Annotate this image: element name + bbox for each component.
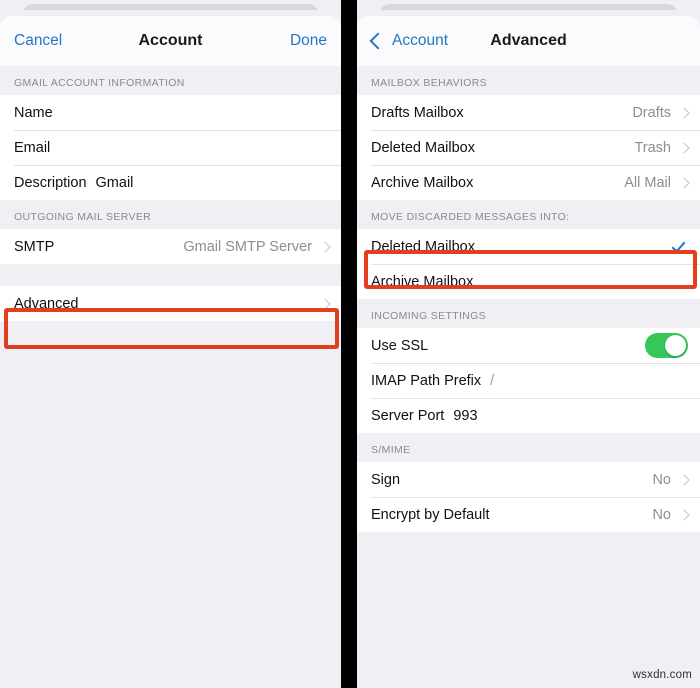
row-email[interactable]: Email	[0, 130, 341, 165]
chevron-right-icon	[678, 508, 690, 521]
section-header-incoming-settings: INCOMING SETTINGS	[357, 299, 700, 328]
row-drafts-mailbox[interactable]: Drafts Mailbox Drafts	[357, 95, 700, 130]
section-header-outgoing-mail-server: OUTGOING MAIL SERVER	[0, 200, 341, 229]
row-imap-path-prefix-value: /	[490, 372, 495, 389]
chevron-right-icon	[678, 176, 690, 189]
row-drafts-mailbox-label: Drafts Mailbox	[371, 104, 464, 121]
back-button-label: Account	[392, 32, 449, 49]
row-email-label: Email	[14, 139, 51, 156]
chevron-right-icon	[678, 141, 690, 154]
chevron-left-icon	[369, 32, 387, 50]
row-deleted-mailbox-behavior-value: Trash	[634, 139, 671, 156]
row-advanced-label: Advanced	[14, 295, 79, 312]
row-sign-value: No	[652, 471, 671, 488]
row-description-label: Description	[14, 174, 87, 191]
row-name-label: Name	[14, 104, 53, 121]
row-sign[interactable]: Sign No	[357, 462, 700, 497]
row-encrypt-by-default-value: No	[652, 506, 671, 523]
account-navbar: Cancel Account Done	[0, 16, 341, 66]
group-outgoing-mail-server: SMTP Gmail SMTP Server	[0, 229, 341, 264]
row-option-archive-mailbox[interactable]: Archive Mailbox	[357, 264, 700, 299]
row-smtp-value: Gmail SMTP Server	[183, 238, 312, 255]
row-smtp-label: SMTP	[14, 238, 55, 255]
cancel-button-label: Cancel	[14, 32, 63, 49]
row-advanced[interactable]: Advanced	[0, 286, 341, 321]
advanced-screen-panel: Account Advanced MAILBOX BEHAVIORS Draft…	[357, 0, 700, 688]
advanced-navbar: Account Advanced	[357, 16, 700, 66]
section-header-smime: S/MIME	[357, 433, 700, 462]
row-description-value: Gmail	[95, 174, 134, 191]
row-archive-mailbox-behavior-value: All Mail	[624, 174, 671, 191]
done-button[interactable]: Done	[290, 32, 327, 50]
group-incoming-settings: Use SSL IMAP Path Prefix / Server Port 9…	[357, 328, 700, 433]
section-header-gmail-account-information: GMAIL ACCOUNT INFORMATION	[0, 66, 341, 95]
row-server-port-value: 993	[453, 407, 478, 424]
chevron-right-icon	[319, 240, 331, 253]
row-description[interactable]: Description Gmail	[0, 165, 341, 200]
section-header-mailbox-behaviors: MAILBOX BEHAVIORS	[357, 66, 700, 95]
account-settings-list: GMAIL ACCOUNT INFORMATION Name Email Des…	[0, 66, 341, 688]
watermark: wsxdn.com	[632, 669, 692, 681]
row-name[interactable]: Name	[0, 95, 341, 130]
row-smtp[interactable]: SMTP Gmail SMTP Server	[0, 229, 341, 264]
advanced-settings-list: MAILBOX BEHAVIORS Drafts Mailbox Drafts …	[357, 66, 700, 688]
done-button-label: Done	[289, 32, 327, 49]
section-spacer	[0, 264, 341, 286]
toggle-knob	[664, 334, 686, 357]
checkmark-icon	[673, 239, 688, 254]
group-gmail-account-information: Name Email Description Gmail	[0, 95, 341, 200]
row-use-ssl[interactable]: Use SSL	[357, 328, 700, 363]
row-server-port-label: Server Port	[371, 407, 445, 424]
row-encrypt-by-default[interactable]: Encrypt by Default No	[357, 497, 700, 532]
chevron-right-icon	[678, 473, 690, 486]
back-to-account-button[interactable]: Account	[369, 32, 449, 50]
row-archive-mailbox-behavior-label: Archive Mailbox	[371, 174, 474, 191]
group-mailbox-behaviors: Drafts Mailbox Drafts Deleted Mailbox Tr…	[357, 95, 700, 200]
row-use-ssl-label: Use SSL	[371, 337, 429, 354]
row-deleted-mailbox-behavior[interactable]: Deleted Mailbox Trash	[357, 130, 700, 165]
row-drafts-mailbox-value: Drafts	[632, 104, 671, 121]
row-option-deleted-mailbox-label: Deleted Mailbox	[371, 238, 475, 255]
account-screen-panel: Cancel Account Done GMAIL ACCOUNT INFORM…	[0, 0, 341, 688]
row-encrypt-by-default-label: Encrypt by Default	[371, 506, 490, 523]
row-imap-path-prefix-label: IMAP Path Prefix	[371, 372, 482, 389]
chevron-right-icon	[678, 106, 690, 119]
row-option-archive-mailbox-label: Archive Mailbox	[371, 273, 474, 290]
cancel-button[interactable]: Cancel	[14, 32, 62, 50]
group-advanced: Advanced	[0, 286, 341, 321]
row-deleted-mailbox-behavior-label: Deleted Mailbox	[371, 139, 475, 156]
chevron-right-icon	[319, 297, 331, 310]
group-move-discarded-messages: Deleted Mailbox Archive Mailbox	[357, 229, 700, 299]
section-header-move-discarded-messages: MOVE DISCARDED MESSAGES INTO:	[357, 200, 700, 229]
row-imap-path-prefix[interactable]: IMAP Path Prefix /	[357, 363, 700, 398]
group-smime: Sign No Encrypt by Default No	[357, 462, 700, 532]
use-ssl-toggle[interactable]	[645, 333, 688, 358]
row-server-port[interactable]: Server Port 993	[357, 398, 700, 433]
row-archive-mailbox-behavior[interactable]: Archive Mailbox All Mail	[357, 165, 700, 200]
row-sign-label: Sign	[371, 471, 401, 488]
row-option-deleted-mailbox[interactable]: Deleted Mailbox	[357, 229, 700, 264]
